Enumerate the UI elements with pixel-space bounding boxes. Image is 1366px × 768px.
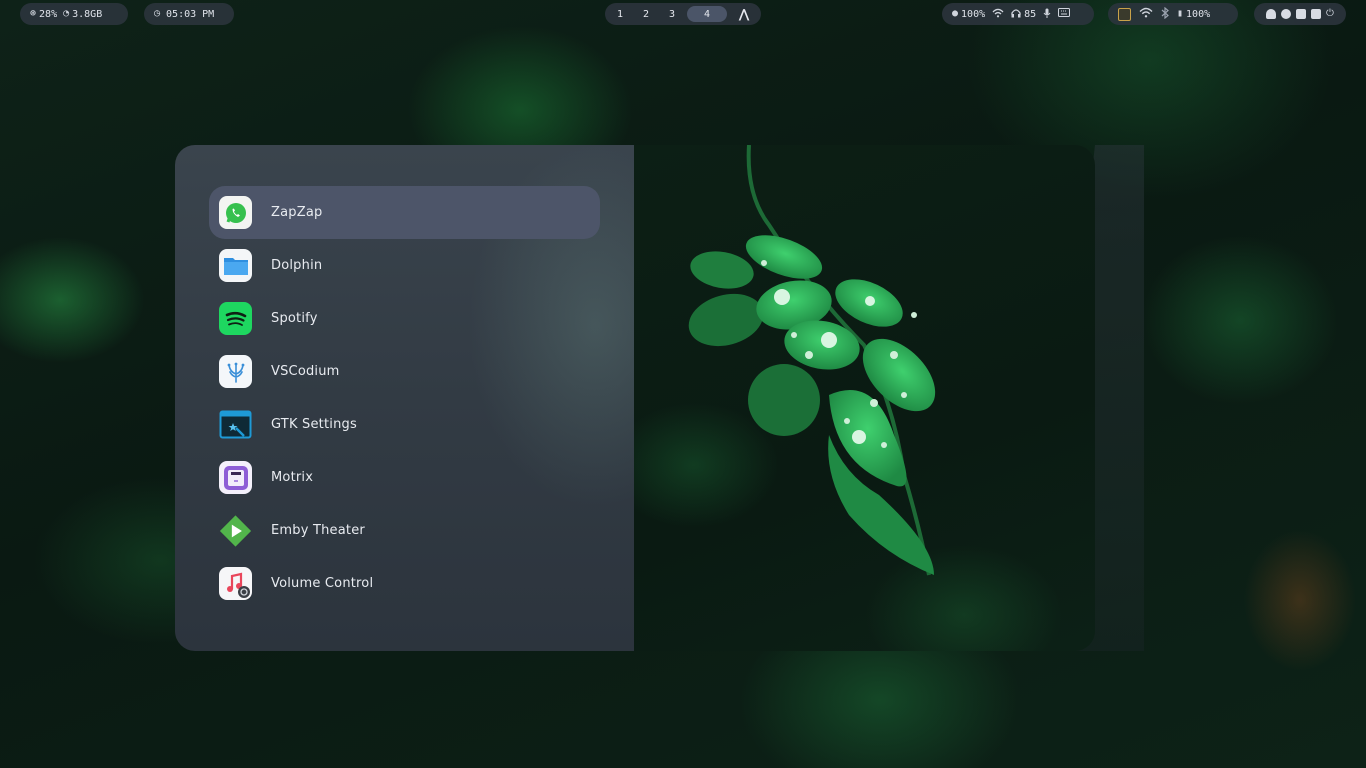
cpu-usage: 28% [39,8,58,20]
gtk-settings-icon [219,408,252,441]
app-label: Volume Control [271,576,374,591]
tray-app-icon[interactable] [1118,7,1131,21]
brightness-level: 100% [961,8,986,20]
music-settings-icon [219,567,252,600]
motrix-icon [219,461,252,494]
battery-status[interactable]: ▮ 100% [1177,9,1210,20]
brightness-control[interactable]: ● 100% [952,9,985,20]
wifi-icon[interactable] [1139,7,1153,21]
tray: ⏻ [1254,3,1346,25]
app-item-gtk-settings[interactable]: GTK Settings [209,398,600,451]
microphone-icon[interactable] [1043,8,1051,21]
workspace-switcher: 1 2 3 4 ⋀ [605,3,761,25]
memory-icon: ◔ [63,8,70,19]
cpu-icon: ⊛ [30,8,37,19]
app-label: Motrix [271,470,314,485]
power-icon[interactable]: ⏻ [1326,9,1334,19]
app-item-emby-theater[interactable]: Emby Theater [209,504,600,557]
app-launcher: ZapZap Dolphin Spotify VSCodium GTK Sett [175,145,1095,651]
status-indicators: ● 100% 85 [942,3,1094,25]
app-label: Dolphin [271,258,323,273]
app-item-zapzap[interactable]: ZapZap [209,186,600,239]
app-label: Emby Theater [271,523,365,538]
palette-icon[interactable] [1281,9,1292,19]
clock-time: 05:03 PM [166,8,215,20]
workspace-3[interactable]: 3 [661,6,683,22]
app-label: Spotify [271,311,318,326]
memory-usage: 3.8GB [72,8,103,20]
screenshot-icon[interactable] [1296,9,1307,19]
app-item-vscodium[interactable]: VSCodium [209,345,600,398]
vscodium-icon [219,355,252,388]
app-item-volume-control[interactable]: Volume Control [209,557,600,610]
app-item-spotify[interactable]: Spotify [209,292,600,345]
whatsapp-icon [219,196,252,229]
app-label: VSCodium [271,364,340,379]
workspace-4[interactable]: 4 [687,6,727,22]
headphones-volume[interactable]: 85 [1011,8,1036,21]
app-label: GTK Settings [271,417,357,432]
wifi-icon[interactable] [992,8,1004,21]
ghost-icon[interactable] [1266,9,1277,19]
battery-level: 100% [1186,8,1211,20]
network-battery: ▮ 100% [1108,3,1238,25]
emby-icon [219,514,252,547]
brightness-icon: ● [952,8,959,19]
app-list: ZapZap Dolphin Spotify VSCodium GTK Sett [175,145,634,651]
clock[interactable]: ◷ 05:03 PM [144,3,234,25]
leaf-image [688,145,936,576]
clock-icon: ◷ [154,8,161,19]
wallpaper-preview [634,145,1095,651]
app-label: ZapZap [271,205,323,220]
app-item-motrix[interactable]: Motrix [209,451,600,504]
battery-icon: ▮ [1177,8,1184,19]
clipboard-icon[interactable] [1311,9,1322,19]
workspace-2[interactable]: 2 [635,6,657,22]
headphones-icon [1011,8,1021,21]
arch-linux-logo-icon[interactable]: ⋀ [731,6,757,22]
spotify-icon [219,302,252,335]
app-item-dolphin[interactable]: Dolphin [209,239,600,292]
bluetooth-icon[interactable] [1161,6,1169,22]
top-bar: ⊛ 28% ◔ 3.8GB ◷ 05:03 PM 1 2 3 4 ⋀ ● 100% 8… [0,0,1366,28]
keyboard-icon[interactable] [1058,8,1071,20]
folder-icon [219,249,252,282]
headphones-level: 85 [1024,8,1037,20]
system-stats[interactable]: ⊛ 28% ◔ 3.8GB [20,3,128,25]
workspace-1[interactable]: 1 [609,6,631,22]
